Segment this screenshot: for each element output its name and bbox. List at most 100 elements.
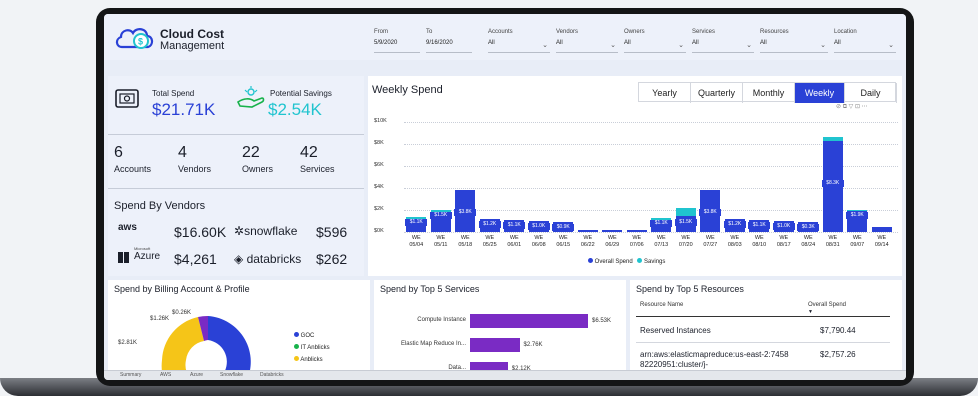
filter-from-value[interactable]: 5/9/2020 [374, 40, 420, 53]
count-services-label: Services [300, 164, 335, 174]
bar-overall-spend[interactable]: $0.9K [552, 222, 575, 232]
bar-overall-spend[interactable]: $0.3K [797, 222, 820, 232]
bar-overall-spend[interactable]: $1.5K [674, 207, 697, 232]
bar-overall-spend[interactable]: $1.1K [650, 217, 673, 232]
copy-icon[interactable]: ⧉ [843, 104, 847, 110]
filter-accounts-label: Accounts [488, 29, 513, 35]
tab-daily[interactable]: Daily [845, 83, 897, 103]
page-tab-aws[interactable]: AWS [160, 372, 171, 378]
wallet-icon [115, 89, 139, 108]
page-tab-databricks[interactable]: Databricks [260, 372, 284, 378]
service-value: $6.53K [592, 318, 612, 324]
snowflake-spend-value: $596 [316, 224, 348, 240]
filter-to-value[interactable]: 9/16/2020 [426, 40, 472, 53]
visual-toolbar: ⊘ ⧉ ▽ ⊡ ⋯ [836, 103, 868, 111]
filter-resources-select[interactable]: All ⌄ [760, 40, 828, 53]
gridline [404, 122, 898, 123]
bar-data-label: $0.9K [552, 224, 575, 232]
brand-title: Cloud Cost [160, 27, 224, 41]
filter-vendors-select[interactable]: All ⌄ [556, 40, 618, 53]
y-tick-label: $2K [374, 206, 384, 212]
chevron-down-icon: ⌄ [610, 42, 616, 49]
x-tick-label: WE 08/31 [825, 235, 840, 248]
header-panel: $ Cloud Cost Management From 5/9/2020 To… [104, 14, 906, 60]
filter-accounts-select[interactable]: All ⌄ [488, 40, 550, 53]
azure-logo: Azure [134, 251, 161, 262]
service-name: Compute Instance [417, 317, 466, 323]
more-icon[interactable]: ⋯ [862, 104, 868, 110]
filter-services-select[interactable]: All ⌄ [692, 40, 754, 53]
aws-logo: aws [118, 222, 137, 233]
databricks-logo: ◈ databricks [234, 252, 302, 266]
billing-title: Spend by Billing Account & Profile [114, 284, 250, 294]
bar-overall-spend[interactable]: $1.2K [723, 218, 746, 232]
billing-label-1: $1.26K [150, 316, 170, 322]
divider [108, 134, 364, 135]
resources-col-spend[interactable]: Overall Spend [808, 302, 846, 308]
page-tab-summary[interactable]: Summary [120, 372, 141, 378]
bar-overall-spend[interactable]: $1.9K [846, 210, 869, 232]
x-tick-label: WE 08/17 [776, 235, 791, 248]
pin-icon[interactable]: ⊘ [836, 104, 841, 110]
bar-overall-spend[interactable]: $1.1K [748, 219, 771, 232]
x-tick-label: WE 07/06 [629, 235, 644, 248]
cloud-dollar-icon: $ [115, 28, 154, 49]
service-value: $2.76K [523, 342, 543, 348]
bar-overall-spend[interactable]: $1.1K [405, 216, 428, 232]
bar-overall-spend[interactable]: $8.3K [821, 137, 844, 232]
filter-owners-select[interactable]: All ⌄ [624, 40, 686, 53]
service-bar[interactable] [470, 338, 520, 352]
bar-data-label: $1.9K [846, 212, 869, 219]
bar-data-label: $1.2K [478, 220, 501, 228]
chevron-down-icon: ⌄ [746, 42, 752, 49]
resources-col-name[interactable]: Resource Name [640, 302, 683, 308]
donut-slice-it-anblicks [162, 317, 204, 360]
bar-overall-spend[interactable] [871, 226, 892, 232]
bar-overall-spend[interactable]: $1.5K [429, 210, 452, 232]
aws-spend-value: $16.60K [174, 224, 227, 240]
tab-quarterly[interactable]: Quarterly [691, 83, 743, 103]
x-tick-label: WE 08/03 [727, 235, 742, 248]
bar-overall-spend[interactable]: $1.0K [772, 221, 795, 232]
tab-yearly[interactable]: Yearly [639, 83, 691, 103]
bar-savings[interactable] [847, 210, 868, 212]
filter-vendors-label: Vendors [556, 29, 579, 35]
services-panel: Spend by Top 5 Services Compute Instance… [374, 280, 626, 380]
page-tab-bar: Summary AWS Azure Snowflake Databricks [104, 370, 906, 380]
tab-weekly[interactable]: Weekly [795, 83, 845, 103]
count-owners-value: 22 [242, 144, 260, 161]
bar-overall-spend[interactable]: $3.8K [699, 190, 722, 232]
bar-overall-spend[interactable] [577, 230, 598, 232]
bar-overall-spend[interactable]: $3.8K [454, 190, 477, 232]
bar-overall-spend[interactable]: $1.2K [478, 218, 501, 232]
filter-services-label: Services [692, 29, 716, 35]
potential-savings-value: $2.54K [268, 100, 322, 119]
bar-overall-spend[interactable]: $1.0K [527, 221, 550, 232]
bar-overall-spend[interactable] [626, 229, 647, 232]
service-bar[interactable] [470, 314, 588, 328]
page-tab-snowflake[interactable]: Snowflake [220, 372, 243, 378]
filter-location-select[interactable]: All ⌄ [834, 40, 896, 53]
databricks-icon: ◈ [234, 252, 244, 266]
count-accounts-value: 6 [114, 144, 123, 161]
x-tick-label: WE 09/14 [874, 235, 889, 248]
focus-icon[interactable]: ⊡ [855, 104, 860, 110]
bar-savings[interactable] [675, 207, 696, 216]
legend-savings-label: Savings [644, 259, 666, 265]
bar-overall-spend[interactable] [602, 230, 623, 232]
bar-data-label: $1.1K [503, 221, 526, 229]
x-tick-label: WE 06/15 [556, 235, 571, 248]
y-tick-label: $0K [374, 228, 384, 234]
x-tick-label: WE 09/07 [850, 235, 865, 248]
bar-savings[interactable] [822, 137, 843, 141]
snowflake-icon: ✲ [234, 224, 245, 238]
potential-savings-label: Potential Savings [270, 89, 332, 98]
total-spend-label: Total Spend [152, 89, 195, 98]
legend-overall-label: Overall Spend [594, 259, 633, 265]
bar-overall-spend[interactable]: $1.1K [503, 219, 526, 232]
page-tab-azure[interactable]: Azure [190, 372, 203, 378]
tab-monthly[interactable]: Monthly [743, 83, 795, 103]
bar-data-label: $1.5K [674, 218, 697, 226]
x-tick-label: WE 07/13 [654, 235, 669, 248]
filter-icon[interactable]: ▽ [849, 104, 854, 110]
